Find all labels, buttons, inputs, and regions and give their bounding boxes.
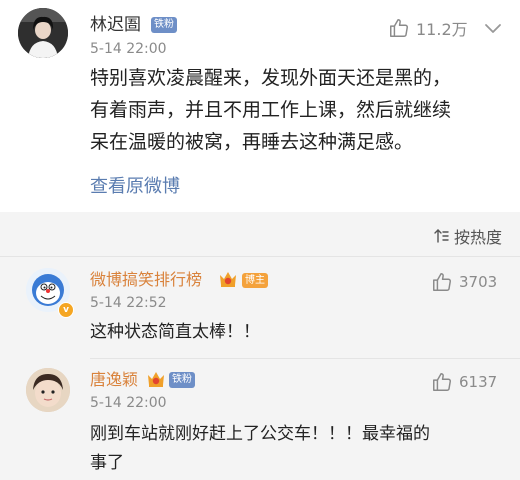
comment-text: 刚到车站就刚好赶上了公交车！！！最幸福的 事了 <box>90 420 505 478</box>
chevron-down-icon[interactable] <box>482 20 504 36</box>
post-text: 特别喜欢凌晨醒来，发现外面天还是黑的， 有着雨声，并且不用工作上课，然后就继续 … <box>90 62 500 158</box>
verified-icon: v <box>58 302 74 318</box>
post-text-line: 特别喜欢凌晨醒来，发现外面天还是黑的， <box>90 67 452 89</box>
comment-item: 唐逸颖 铁粉 5-14 22:00 6137 刚到车站就刚好赶上了公交车！！！最… <box>0 362 520 480</box>
sort-icon <box>434 229 449 243</box>
crown-icon <box>148 372 164 387</box>
view-original-link[interactable]: 查看原微博 <box>90 172 180 198</box>
comment-text-line: 这种状态简直太棒！！ <box>90 322 260 342</box>
post-like-count: 11.2万 <box>416 20 468 39</box>
comment-time: 5-14 22:52 <box>90 295 167 311</box>
host-badge: 博主 <box>242 273 268 288</box>
comment-time: 5-14 22:00 <box>90 395 167 411</box>
weibo-comment-page: 林迟圄 铁粉 5-14 22:00 11.2万 特别喜欢凌晨醒来，发现外面天还是… <box>0 0 520 480</box>
divider <box>90 358 520 359</box>
commenter-name[interactable]: 唐逸颖 <box>90 370 138 390</box>
comment-text: 这种状态简直太棒！！ <box>90 318 505 347</box>
crown-icon <box>220 272 236 287</box>
comment-like-count: 6137 <box>459 373 498 391</box>
post-text-line: 有着雨声，并且不用工作上课，然后就继续 <box>90 99 452 121</box>
post-author-avatar[interactable] <box>18 8 68 58</box>
comments-section: 按热度 v 微博搞笑排行榜 博主 5-14 22:52 3703 这种状态简直太… <box>0 212 520 480</box>
post-time: 5-14 22:00 <box>90 41 167 57</box>
post-author-name[interactable]: 林迟圄 <box>90 15 141 35</box>
comment-text-line: 事了 <box>90 453 124 473</box>
comment-like-count: 3703 <box>459 273 498 291</box>
comment-item: v 微博搞笑排行榜 博主 5-14 22:52 3703 这种状态简直太棒！！ <box>0 262 520 354</box>
divider <box>0 256 520 257</box>
thumbs-up-icon <box>433 373 451 391</box>
thumbs-up-icon <box>433 273 451 291</box>
sort-label: 按热度 <box>453 228 502 247</box>
thumbs-up-icon <box>390 19 408 37</box>
post-like-button[interactable]: 11.2万 <box>388 16 468 40</box>
commenter-avatar[interactable] <box>26 368 70 412</box>
comment-text-line: 刚到车站就刚好赶上了公交车！！！最幸福的 <box>90 424 430 444</box>
commenter-name[interactable]: 微博搞笑排行榜 <box>90 270 202 290</box>
original-post: 林迟圄 铁粉 5-14 22:00 11.2万 特别喜欢凌晨醒来，发现外面天还是… <box>0 0 520 212</box>
fan-badge: 铁粉 <box>169 372 195 388</box>
fan-badge: 铁粉 <box>151 17 177 33</box>
sort-by-hot-button[interactable]: 按热度 <box>433 224 502 248</box>
post-text-line: 呆在温暖的被窝，再睡去这种满足感。 <box>90 131 414 153</box>
comment-like-button[interactable]: 3703 <box>431 270 497 294</box>
comment-like-button[interactable]: 6137 <box>431 370 497 394</box>
